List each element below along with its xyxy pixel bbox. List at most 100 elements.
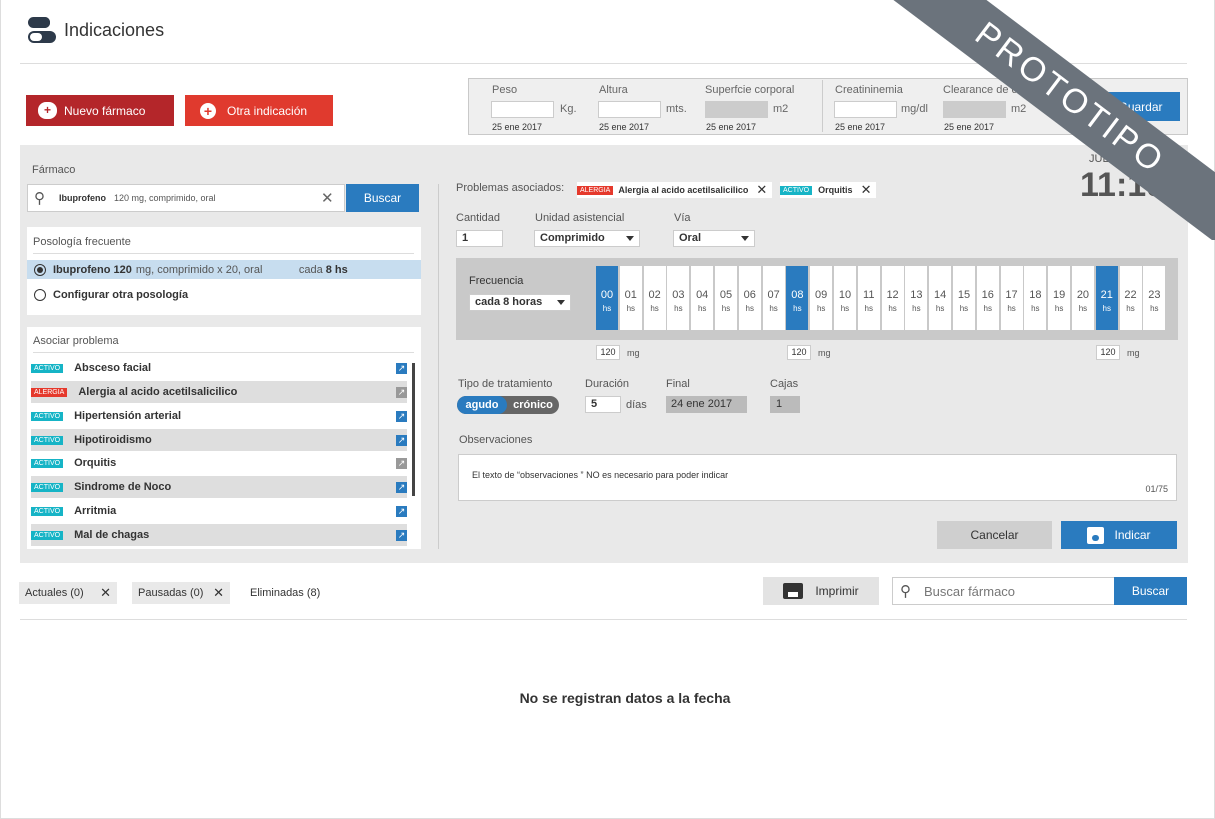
indicate-button[interactable]: Indicar xyxy=(1061,521,1177,549)
problem-name: Hipotiroidismo xyxy=(74,434,152,446)
clock-time: 11:19 xyxy=(1080,166,1166,204)
posology-option-2[interactable]: Configurar otra posología xyxy=(27,286,421,303)
hour-cell[interactable]: 00 hs xyxy=(596,266,618,330)
problem-row[interactable]: ACTIVO Orquitis ↗ xyxy=(31,452,407,474)
problem-name: Arritmia xyxy=(74,505,117,517)
radio-selected-icon xyxy=(34,263,46,276)
hour-cell[interactable]: 18 hs xyxy=(1024,266,1047,330)
problem-row[interactable]: ACTIVO Absceso facial ↗ xyxy=(31,357,407,379)
vitals-divider xyxy=(822,80,823,132)
duration-input[interactable]: 5 xyxy=(585,396,621,413)
hour-cell[interactable]: 17 hs xyxy=(1000,266,1023,330)
problem-row[interactable]: ACTIVO Hipotiroidismo ↗ xyxy=(31,429,407,451)
hour-cell[interactable]: 04 hs xyxy=(691,266,714,330)
qty-input[interactable]: 1 xyxy=(456,230,503,247)
link-icon[interactable]: ↗ xyxy=(396,529,407,541)
hour-cell[interactable]: 21 hs xyxy=(1095,266,1118,330)
link-icon[interactable]: ↗ xyxy=(396,386,407,398)
link-icon[interactable]: ↗ xyxy=(396,505,407,517)
hour-number: 09 xyxy=(815,289,828,301)
problem-row[interactable]: ACTIVO Hipertensión arterial ↗ xyxy=(31,405,407,427)
hour-cell[interactable]: 11 hs xyxy=(857,266,880,330)
hour-cell[interactable]: 08 hs xyxy=(786,266,809,330)
hour-cell[interactable]: 09 hs xyxy=(810,266,833,330)
hour-number: 23 xyxy=(1148,289,1161,301)
tab-deleted[interactable]: Eliminadas (8) xyxy=(244,582,334,604)
close-icon[interactable]: ✕ xyxy=(100,585,111,601)
drug-search-button[interactable]: Buscar xyxy=(346,184,419,212)
hour-cell[interactable]: 22 hs xyxy=(1119,266,1142,330)
hour-cell[interactable]: 01 hs xyxy=(619,266,642,330)
type-toggle[interactable]: agudo crónico xyxy=(457,396,559,414)
hour-cell[interactable]: 02 hs xyxy=(643,266,666,330)
hour-cell[interactable]: 16 hs xyxy=(976,266,999,330)
dose-08[interactable]: 120 mg xyxy=(787,345,831,360)
route-select[interactable]: Oral xyxy=(673,230,755,247)
problem-scrollbar[interactable] xyxy=(412,363,415,496)
hour-cell[interactable]: 19 hs xyxy=(1048,266,1071,330)
hour-cell[interactable]: 14 hs xyxy=(929,266,952,330)
type-acute[interactable]: agudo xyxy=(457,396,507,414)
link-icon[interactable]: ↗ xyxy=(396,362,407,374)
hour-number: 02 xyxy=(648,289,661,301)
hour-cell[interactable]: 03 hs xyxy=(667,266,690,330)
tab-current[interactable]: Actuales (0) ✕ xyxy=(19,582,117,604)
hour-cell[interactable]: 12 hs xyxy=(881,266,904,330)
clear-icon[interactable]: ✕ xyxy=(321,189,334,207)
drug-filter-box[interactable]: ⚲ Buscar fármaco xyxy=(892,577,1115,605)
pills-icon xyxy=(26,15,58,45)
problem-row[interactable]: ALERGIA Alergia al acido acetilsalicilico… xyxy=(31,381,407,403)
hour-grid: 00 hs 01 hs 02 hs 03 hs 04 hs 05 hs 06 hs 07 hs 08 hs 09 hs… xyxy=(596,266,1167,330)
drug-search-name: Ibuprofeno xyxy=(59,193,106,203)
hour-cell[interactable]: 07 hs xyxy=(762,266,785,330)
link-icon[interactable]: ↗ xyxy=(396,481,407,493)
problem-row[interactable]: ACTIVO Mal de chagas ↗ xyxy=(31,524,407,546)
remove-tag-icon[interactable]: ✕ xyxy=(861,182,872,198)
drug-filter-button[interactable]: Buscar xyxy=(1114,577,1187,605)
problem-row[interactable]: ACTIVO Arritmia ↗ xyxy=(31,500,407,522)
hour-unit: hs xyxy=(626,304,636,313)
unit-select[interactable]: Comprimido xyxy=(534,230,640,247)
status-badge: ACTIVO xyxy=(780,185,813,195)
hour-cell[interactable]: 05 hs xyxy=(714,266,737,330)
hour-unit: hs xyxy=(1078,304,1088,313)
height-input[interactable] xyxy=(598,101,661,118)
tab-paused[interactable]: Pausadas (0) ✕ xyxy=(132,582,230,604)
search-icon: ⚲ xyxy=(900,583,911,600)
hour-cell[interactable]: 23 hs xyxy=(1143,266,1166,330)
print-button[interactable]: Imprimir xyxy=(763,577,879,605)
hour-cell[interactable]: 15 hs xyxy=(952,266,975,330)
creatinine-input[interactable] xyxy=(834,101,897,118)
dose-21[interactable]: 120 mg xyxy=(1096,345,1140,360)
hour-unit: hs xyxy=(745,304,754,313)
hour-number: 18 xyxy=(1029,289,1042,301)
hour-cell[interactable]: 13 hs xyxy=(905,266,928,330)
freq-select[interactable]: cada 8 horas xyxy=(469,294,571,311)
dose-00[interactable]: 120 mg xyxy=(596,345,640,360)
new-drug-button[interactable]: + Nuevo fármaco xyxy=(26,95,174,126)
remove-tag-icon[interactable]: ✕ xyxy=(756,182,767,198)
link-icon[interactable]: ↗ xyxy=(396,410,407,422)
close-icon[interactable]: ✕ xyxy=(213,585,224,601)
hour-cell[interactable]: 10 hs xyxy=(833,266,856,330)
link-icon[interactable]: ↗ xyxy=(396,457,407,469)
dose-input[interactable]: 120 xyxy=(787,345,811,360)
obs-textarea[interactable]: El texto de “observaciones ” NO es neces… xyxy=(458,454,1177,501)
final-label: Final xyxy=(666,378,690,390)
posology-option-1[interactable]: Ibuprofeno 120 mg, comprimido x 20, oral… xyxy=(27,260,421,279)
problem-name: Absceso facial xyxy=(74,362,152,374)
weight-input[interactable] xyxy=(491,101,554,118)
dose-input[interactable]: 120 xyxy=(1096,345,1120,360)
drug-search-box[interactable]: ⚲ Ibuprofeno 120 mg, comprimido, oral ✕ xyxy=(27,184,345,212)
final-value: 24 ene 2017 xyxy=(666,396,747,413)
other-indication-button[interactable]: + Otra indicación xyxy=(185,95,333,126)
save-vitals-button[interactable]: Guardar xyxy=(1082,92,1180,121)
link-icon[interactable]: ↗ xyxy=(396,434,407,446)
surface-value xyxy=(705,101,768,118)
cancel-button[interactable]: Cancelar xyxy=(937,521,1052,549)
hour-cell[interactable]: 20 hs xyxy=(1071,266,1094,330)
problem-row[interactable]: ACTIVO Sindrome de Noco ↗ xyxy=(31,476,407,498)
type-chronic[interactable]: crónico xyxy=(507,396,559,414)
hour-cell[interactable]: 06 hs xyxy=(738,266,761,330)
dose-input[interactable]: 120 xyxy=(596,345,620,360)
